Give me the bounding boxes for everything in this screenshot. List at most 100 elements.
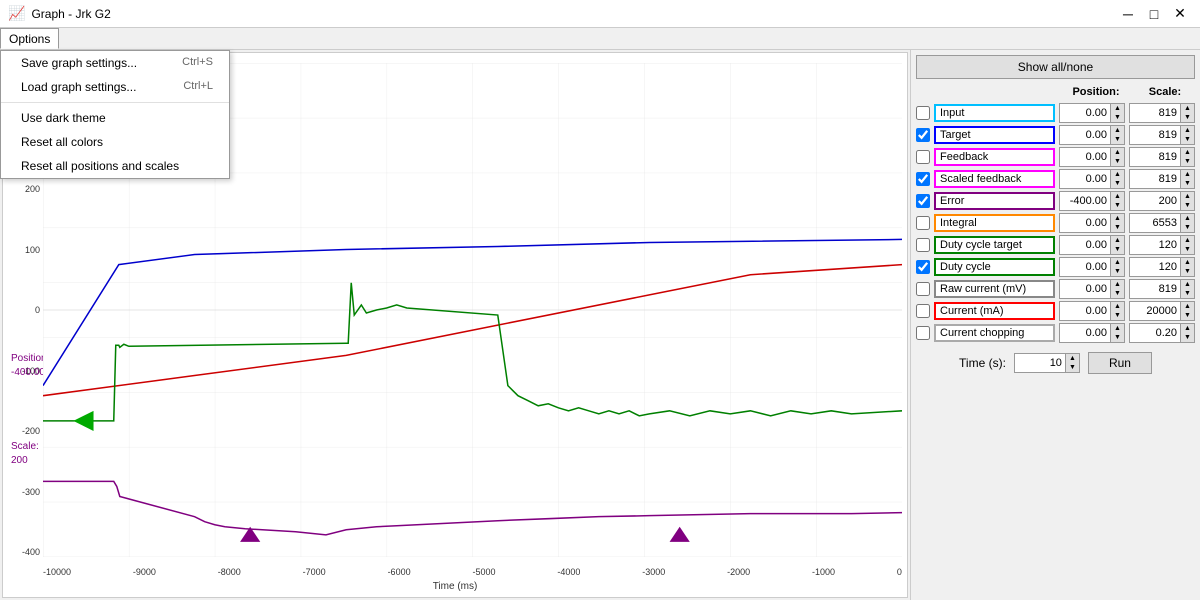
position-spinner-0: ▲▼ — [1059, 103, 1125, 123]
time-spinner: ▲ ▼ — [1014, 353, 1080, 373]
scale-input-3[interactable] — [1130, 172, 1180, 186]
position-input-9[interactable] — [1060, 304, 1110, 318]
channel-label-7[interactable]: Duty cycle — [934, 258, 1055, 276]
load-graph-settings-item[interactable]: Load graph settings... Ctrl+L — [1, 75, 229, 99]
window-controls: ─ □ ✕ — [1116, 4, 1192, 24]
position-input-6[interactable] — [1060, 238, 1110, 252]
scale-spinner-9: ▲▼ — [1129, 301, 1195, 321]
scale-spinner-10: ▲▼ — [1129, 323, 1195, 343]
channel-label-4[interactable]: Error — [934, 192, 1055, 210]
position-spinner-1: ▲▼ — [1059, 125, 1125, 145]
panel-header-row: Position: Scale: — [916, 86, 1195, 98]
scale-input-10[interactable] — [1130, 326, 1180, 340]
channel-label-5[interactable]: Integral — [934, 214, 1055, 232]
position-input-5[interactable] — [1060, 216, 1110, 230]
channel-checkbox-4[interactable] — [916, 194, 930, 208]
scale-input-8[interactable] — [1130, 282, 1180, 296]
scale-spinner-6: ▲▼ — [1129, 235, 1195, 255]
channel-label-0[interactable]: Input — [934, 104, 1055, 122]
channel-row-0: Input▲▼▲▼ — [916, 103, 1195, 123]
time-spin-down[interactable]: ▼ — [1065, 363, 1079, 372]
channel-checkbox-9[interactable] — [916, 304, 930, 318]
reset-all-colors-item[interactable]: Reset all colors — [1, 130, 229, 154]
window-icon: 📈 — [8, 5, 25, 22]
position-spinner-7: ▲▼ — [1059, 257, 1125, 277]
channel-checkbox-0[interactable] — [916, 106, 930, 120]
show-all-none-button[interactable]: Show all/none — [916, 55, 1195, 79]
channel-row-6: Duty cycle target▲▼▲▼ — [916, 235, 1195, 255]
position-input-1[interactable] — [1060, 128, 1110, 142]
reset-positions-item[interactable]: Reset all positions and scales — [1, 154, 229, 178]
position-col-header: Position: — [1061, 86, 1131, 98]
position-input-7[interactable] — [1060, 260, 1110, 274]
channel-row-9: Current (mA)▲▼▲▼ — [916, 301, 1195, 321]
channel-label-8[interactable]: Raw current (mV) — [934, 280, 1055, 298]
channel-row-10: Current chopping▲▼▲▼ — [916, 323, 1195, 343]
use-dark-theme-item[interactable]: Use dark theme — [1, 106, 229, 130]
minimize-button[interactable]: ─ — [1116, 4, 1140, 24]
scale-spinner-4: ▲▼ — [1129, 191, 1195, 211]
menu-bar: Options Save graph settings... Ctrl+S Lo… — [0, 28, 1200, 50]
position-input-8[interactable] — [1060, 282, 1110, 296]
scale-spinner-1: ▲▼ — [1129, 125, 1195, 145]
time-label: Time (s): — [959, 356, 1006, 370]
position-spinner-5: ▲▼ — [1059, 213, 1125, 233]
position-spinner-9: ▲▼ — [1059, 301, 1125, 321]
position-input-2[interactable] — [1060, 150, 1110, 164]
channel-row-4: Error▲▼▲▼ — [916, 191, 1195, 211]
scale-spinner-3: ▲▼ — [1129, 169, 1195, 189]
channels-container: Input▲▼▲▼Target▲▼▲▼Feedback▲▼▲▼Scaled fe… — [916, 103, 1195, 345]
position-spinner-6: ▲▼ — [1059, 235, 1125, 255]
position-input-3[interactable] — [1060, 172, 1110, 186]
channel-row-1: Target▲▼▲▼ — [916, 125, 1195, 145]
scale-spinner-2: ▲▼ — [1129, 147, 1195, 167]
channel-row-5: Integral▲▼▲▼ — [916, 213, 1195, 233]
scale-input-9[interactable] — [1130, 304, 1180, 318]
options-menu[interactable]: Options — [0, 28, 59, 49]
position-input-0[interactable] — [1060, 106, 1110, 120]
channel-label-1[interactable]: Target — [934, 126, 1055, 144]
channel-checkbox-3[interactable] — [916, 172, 930, 186]
maximize-button[interactable]: □ — [1142, 4, 1166, 24]
scale-spinner-5: ▲▼ — [1129, 213, 1195, 233]
options-dropdown: Save graph settings... Ctrl+S Load graph… — [0, 50, 230, 179]
channel-checkbox-6[interactable] — [916, 238, 930, 252]
scale-spinner-7: ▲▼ — [1129, 257, 1195, 277]
scale-input-6[interactable] — [1130, 238, 1180, 252]
scale-input-0[interactable] — [1130, 106, 1180, 120]
scale-input-4[interactable] — [1130, 194, 1180, 208]
position-input-10[interactable] — [1060, 326, 1110, 340]
x-axis-title: Time (ms) — [433, 581, 478, 592]
channel-row-2: Feedback▲▼▲▼ — [916, 147, 1195, 167]
scale-input-7[interactable] — [1130, 260, 1180, 274]
run-button[interactable]: Run — [1088, 352, 1152, 374]
channel-row-3: Scaled feedback▲▼▲▼ — [916, 169, 1195, 189]
menu-divider — [1, 102, 229, 103]
time-input[interactable] — [1015, 356, 1065, 370]
channel-label-10[interactable]: Current chopping — [934, 324, 1055, 342]
channel-label-9[interactable]: Current (mA) — [934, 302, 1055, 320]
scale-spinner-8: ▲▼ — [1129, 279, 1195, 299]
channel-checkbox-5[interactable] — [916, 216, 930, 230]
channel-checkbox-8[interactable] — [916, 282, 930, 296]
channel-label-6[interactable]: Duty cycle target — [934, 236, 1055, 254]
position-spinner-4: ▲▼ — [1059, 191, 1125, 211]
channel-checkbox-2[interactable] — [916, 150, 930, 164]
channel-checkbox-10[interactable] — [916, 326, 930, 340]
scale-col-header: Scale: — [1135, 86, 1195, 98]
save-graph-settings-item[interactable]: Save graph settings... Ctrl+S — [1, 51, 229, 75]
position-spinner-10: ▲▼ — [1059, 323, 1125, 343]
channel-label-3[interactable]: Scaled feedback — [934, 170, 1055, 188]
scale-input-2[interactable] — [1130, 150, 1180, 164]
right-panel: Show all/none Position: Scale: Input▲▼▲▼… — [910, 50, 1200, 600]
scale-input-5[interactable] — [1130, 216, 1180, 230]
time-run-row: Time (s): ▲ ▼ Run — [916, 352, 1195, 374]
channel-checkbox-7[interactable] — [916, 260, 930, 274]
position-input-4[interactable] — [1060, 194, 1110, 208]
time-spin-up[interactable]: ▲ — [1065, 354, 1079, 363]
scale-spinner-0: ▲▼ — [1129, 103, 1195, 123]
close-button[interactable]: ✕ — [1168, 4, 1192, 24]
channel-label-2[interactable]: Feedback — [934, 148, 1055, 166]
scale-input-1[interactable] — [1130, 128, 1180, 142]
channel-checkbox-1[interactable] — [916, 128, 930, 142]
